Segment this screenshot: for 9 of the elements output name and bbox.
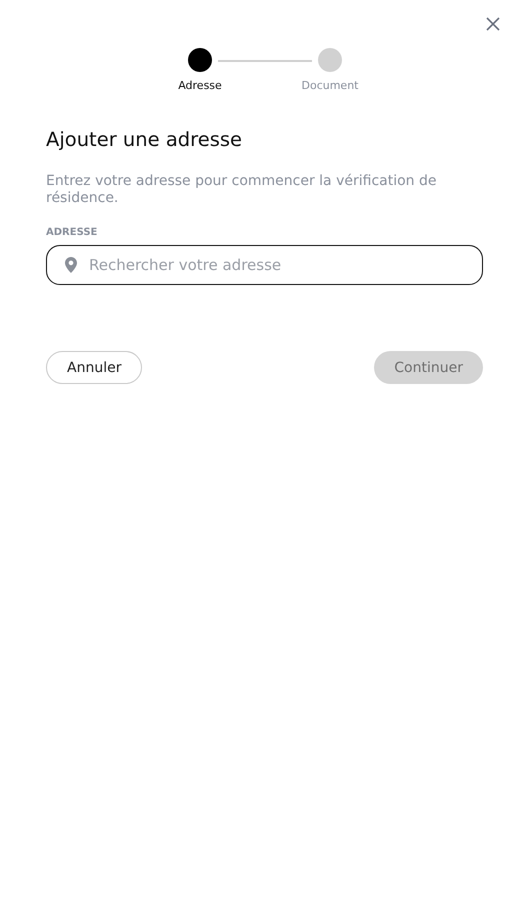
location-pin-icon bbox=[65, 257, 77, 273]
step-label: Document bbox=[302, 79, 358, 92]
close-icon[interactable] bbox=[486, 17, 500, 31]
address-field[interactable]: Rechercher votre adresse bbox=[46, 245, 483, 285]
description: Entrez votre adresse pour commencer la vérification de résidence. bbox=[46, 173, 438, 207]
page-title: Ajouter une adresse bbox=[46, 128, 244, 151]
field-label: ADRESSE bbox=[46, 227, 98, 238]
cancel-button[interactable]: Annuler bbox=[46, 351, 142, 384]
step-label: Adresse bbox=[178, 79, 222, 92]
